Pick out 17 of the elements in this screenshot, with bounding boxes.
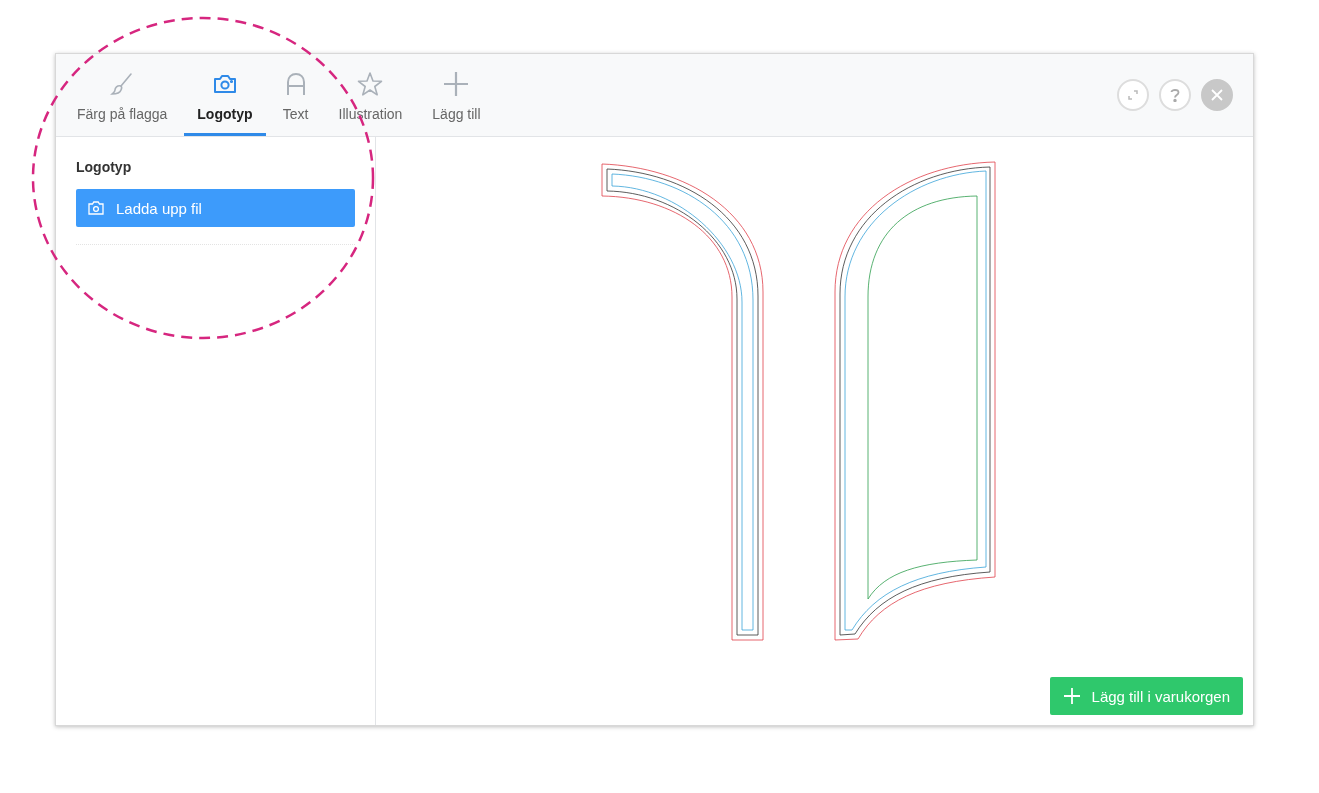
tab[interactable]: Text xyxy=(269,54,322,136)
question-mark-icon xyxy=(1170,88,1180,102)
tab[interactable]: Lägg till xyxy=(419,54,494,136)
tab[interactable]: Färg på flagga xyxy=(64,54,181,136)
plus-icon xyxy=(443,71,470,97)
tab[interactable]: Logotyp xyxy=(184,54,266,136)
upload-button[interactable]: Ladda upp fil xyxy=(76,189,355,227)
plus-icon xyxy=(1063,688,1080,704)
close-button[interactable] xyxy=(1201,79,1233,111)
close-icon xyxy=(1211,89,1223,101)
expand-icon xyxy=(1127,89,1139,101)
sidebar-title: Logotyp xyxy=(76,159,133,175)
star-icon xyxy=(357,71,384,97)
expand-button[interactable] xyxy=(1117,79,1149,111)
tab[interactable]: Illustration xyxy=(325,54,416,136)
help-button[interactable] xyxy=(1159,79,1191,111)
camera-icon xyxy=(88,201,104,215)
